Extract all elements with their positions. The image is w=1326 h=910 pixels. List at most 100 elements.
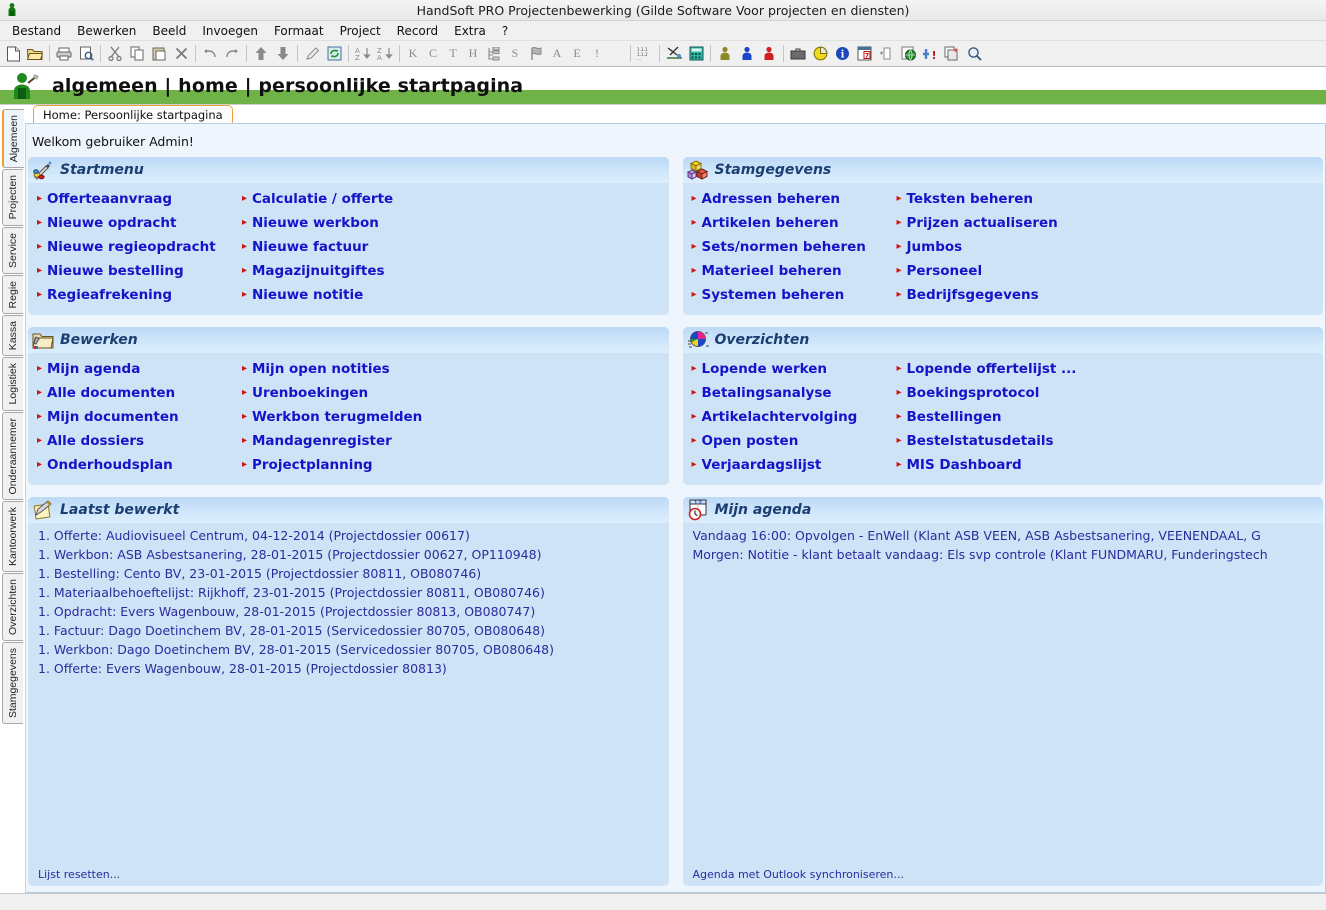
sort-ascending-icon[interactable]: AZ bbox=[352, 43, 374, 64]
person-blue-icon[interactable] bbox=[736, 43, 758, 64]
letter-j-button[interactable]: S bbox=[505, 43, 525, 64]
sidebar-item-regie[interactable]: Regie bbox=[2, 274, 23, 315]
link-prijzen-actualiseren[interactable]: ▸ Prijzen actualiseren bbox=[894, 211, 1099, 235]
link-jumbos[interactable]: ▸ Jumbos bbox=[894, 235, 1099, 259]
sidebar-item-stamgegevens[interactable]: Stamgegevens bbox=[2, 642, 23, 725]
add-exclamation-icon[interactable]: ! bbox=[919, 43, 941, 64]
link-nieuwe-werkbon[interactable]: ▸ Nieuwe werkbon bbox=[239, 211, 444, 235]
sort-descending-icon[interactable]: ZA bbox=[374, 43, 396, 64]
calculator-icon[interactable] bbox=[685, 43, 707, 64]
flag-icon[interactable] bbox=[525, 43, 547, 64]
link-teksten-beheren[interactable]: ▸ Teksten beheren bbox=[894, 187, 1099, 211]
sidebar-item-service[interactable]: Service bbox=[2, 226, 23, 274]
menu-bewerken[interactable]: Bewerken bbox=[69, 22, 144, 40]
link-bestellingen[interactable]: ▸ Bestellingen bbox=[894, 405, 1099, 429]
refresh-icon[interactable] bbox=[323, 43, 345, 64]
menu-formaat[interactable]: Formaat bbox=[266, 22, 332, 40]
calendar-icon[interactable]: 7 bbox=[853, 43, 875, 64]
link-onderhoudsplan[interactable]: ▸ Onderhoudsplan bbox=[34, 453, 239, 477]
zoom-search-icon[interactable] bbox=[963, 43, 985, 64]
link-urenboekingen[interactable]: ▸ Urenboekingen bbox=[239, 381, 444, 405]
sidebar-item-overzichten[interactable]: Overzichten bbox=[2, 573, 23, 642]
list-item[interactable]: 1. Opdracht: Evers Wagenbouw, 28-01-2015… bbox=[28, 602, 669, 621]
sidebar-item-algemeen[interactable]: Algemeen bbox=[2, 109, 24, 169]
list-item[interactable]: 1. Materiaalbehoeftelijst: Rijkhoff, 23-… bbox=[28, 583, 669, 602]
sidebar-item-kassa[interactable]: Kassa bbox=[2, 315, 23, 357]
link-open-posten[interactable]: ▸ Open posten bbox=[689, 429, 894, 453]
sidebar-item-logistiek[interactable]: Logistiek bbox=[2, 357, 23, 411]
list-item[interactable]: 1. Offerte: Evers Wagenbouw, 28-01-2015 … bbox=[28, 659, 669, 678]
paste-icon[interactable] bbox=[148, 43, 170, 64]
link-mijn-documenten[interactable]: ▸ Mijn documenten bbox=[34, 405, 239, 429]
letter-t-button[interactable]: T bbox=[443, 43, 463, 64]
link-sets-normen-beheren[interactable]: ▸ Sets/normen beheren bbox=[689, 235, 894, 259]
letter-h-button[interactable]: H bbox=[463, 43, 483, 64]
link-offerteaanvraag[interactable]: ▸ Offerteaanvraag bbox=[34, 187, 239, 211]
link-bedrijfsgegevens[interactable]: ▸ Bedrijfsgegevens bbox=[894, 283, 1099, 307]
new-document-icon[interactable] bbox=[2, 43, 24, 64]
list-item[interactable]: 1. Bestelling: Cento BV, 23-01-2015 (Pro… bbox=[28, 564, 669, 583]
new-page-icon[interactable] bbox=[875, 43, 897, 64]
menu-help[interactable]: ? bbox=[494, 22, 516, 40]
link-mijn-agenda[interactable]: ▸ Mijn agenda bbox=[34, 357, 239, 381]
link-mijn-open-notities[interactable]: ▸ Mijn open notities bbox=[239, 357, 444, 381]
delete-x-icon[interactable] bbox=[170, 43, 192, 64]
copy-star-icon[interactable] bbox=[941, 43, 963, 64]
menu-bestand[interactable]: Bestand bbox=[4, 22, 69, 40]
link-personeel[interactable]: ▸ Personeel bbox=[894, 259, 1099, 283]
briefcase-icon[interactable] bbox=[787, 43, 809, 64]
link-mandagenregister[interactable]: ▸ Mandagenregister bbox=[239, 429, 444, 453]
redo-icon[interactable] bbox=[221, 43, 243, 64]
print-icon[interactable] bbox=[53, 43, 75, 64]
agenda-item[interactable]: Morgen: Notitie - klant betaalt vandaag:… bbox=[683, 545, 1324, 564]
person-red-icon[interactable] bbox=[758, 43, 780, 64]
list-item[interactable]: 1. Factuur: Dago Doetinchem BV, 28-01-20… bbox=[28, 621, 669, 640]
scissors-cut-icon[interactable] bbox=[663, 43, 685, 64]
letter-a-button[interactable]: E bbox=[567, 43, 587, 64]
link-regieafrekening[interactable]: ▸ Regieafrekening bbox=[34, 283, 239, 307]
open-folder-icon[interactable] bbox=[24, 43, 46, 64]
link-nieuwe-notitie[interactable]: ▸ Nieuwe notitie bbox=[239, 283, 444, 307]
tree-view-icon[interactable] bbox=[483, 43, 505, 64]
link-nieuwe-factuur[interactable]: ▸ Nieuwe factuur bbox=[239, 235, 444, 259]
link-nieuwe-bestelling[interactable]: ▸ Nieuwe bestelling bbox=[34, 259, 239, 283]
link-mis-dashboard[interactable]: ▸ MIS Dashboard bbox=[894, 453, 1099, 477]
link-adressen-beheren[interactable]: ▸ Adressen beheren bbox=[689, 187, 894, 211]
link-lopende-offertelijst[interactable]: ▸ Lopende offertelijst ... bbox=[894, 357, 1099, 381]
link-magazijnuitgiftes[interactable]: ▸ Magazijnuitgiftes bbox=[239, 259, 444, 283]
link-materieel-beheren[interactable]: ▸ Materieel beheren bbox=[689, 259, 894, 283]
link-artikelachtervolging[interactable]: ▸ Artikelachtervolging bbox=[689, 405, 894, 429]
link-alle-documenten[interactable]: ▸ Alle documenten bbox=[34, 381, 239, 405]
edit-pencil-icon[interactable] bbox=[301, 43, 323, 64]
link-nieuwe-opdracht[interactable]: ▸ Nieuwe opdracht bbox=[34, 211, 239, 235]
exclamation-button[interactable] bbox=[607, 43, 627, 64]
sidebar-item-onderaannemer[interactable]: Onderaannemer bbox=[2, 411, 23, 501]
sidebar-item-kantoorwerk[interactable]: Kantoorwerk bbox=[2, 501, 23, 573]
letter-c-button[interactable]: C bbox=[423, 43, 443, 64]
link-verjaardagslijst[interactable]: ▸ Verjaardagslijst bbox=[689, 453, 894, 477]
link-lopende-werken[interactable]: ▸ Lopende werken bbox=[689, 357, 894, 381]
menu-record[interactable]: Record bbox=[389, 22, 446, 40]
link-systemen-beheren[interactable]: ▸ Systemen beheren bbox=[689, 283, 894, 307]
menu-project[interactable]: Project bbox=[332, 22, 389, 40]
link-betalingsanalyse[interactable]: ▸ Betalingsanalyse bbox=[689, 381, 894, 405]
person-green-icon[interactable] bbox=[714, 43, 736, 64]
letter-k-button[interactable]: K bbox=[403, 43, 423, 64]
letter-e-button[interactable]: ! bbox=[587, 43, 607, 64]
undo-icon[interactable] bbox=[199, 43, 221, 64]
link-projectplanning[interactable]: ▸ Projectplanning bbox=[239, 453, 444, 477]
link-artikelen-beheren[interactable]: ▸ Artikelen beheren bbox=[689, 211, 894, 235]
info-icon[interactable]: i bbox=[831, 43, 853, 64]
link-alle-dossiers[interactable]: ▸ Alle dossiers bbox=[34, 429, 239, 453]
link-nieuwe-regieopdracht[interactable]: ▸ Nieuwe regieopdracht bbox=[34, 235, 239, 259]
link-bestelstatusdetails[interactable]: ▸ Bestelstatusdetails bbox=[894, 429, 1099, 453]
list-item[interactable]: 1. Werkbon: ASB Asbestsanering, 28-01-20… bbox=[28, 545, 669, 564]
numbering-icon[interactable]: 1.1.1 1.1.2... bbox=[634, 43, 656, 64]
sidebar-item-projecten[interactable]: Projecten bbox=[2, 169, 23, 226]
globe-icon[interactable] bbox=[897, 43, 919, 64]
move-up-icon[interactable] bbox=[250, 43, 272, 64]
menu-beeld[interactable]: Beeld bbox=[144, 22, 194, 40]
agenda-item[interactable]: Vandaag 16:00: Opvolgen - EnWell (Klant … bbox=[683, 526, 1324, 545]
link-werkbon-terugmelden[interactable]: ▸ Werkbon terugmelden bbox=[239, 405, 444, 429]
list-item[interactable]: 1. Offerte: Audiovisueel Centrum, 04-12-… bbox=[28, 526, 669, 545]
